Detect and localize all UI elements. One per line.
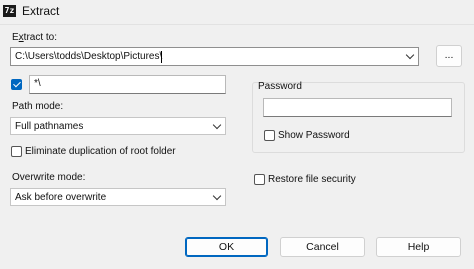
path-mode-value: Full pathnames (15, 121, 84, 132)
overwrite-mode-label: Overwrite mode: (12, 172, 86, 183)
title-bar: 7z Extract (0, 0, 474, 25)
subfolder-value: *\ (34, 78, 41, 89)
password-group-label: Password (258, 81, 302, 92)
overwrite-mode-value: Ask before overwrite (15, 192, 107, 203)
extract-to-label: Extract to: (12, 32, 58, 43)
eliminate-duplication-label[interactable]: Eliminate duplication of root folder (25, 146, 176, 158)
password-input[interactable] (263, 98, 452, 117)
window-title: Extract (22, 4, 60, 18)
chevron-down-icon (212, 191, 222, 201)
help-button[interactable]: Help (376, 237, 461, 257)
ok-button[interactable]: OK (185, 237, 268, 257)
text-caret (161, 51, 162, 63)
eliminate-duplication-checkbox[interactable] (11, 146, 22, 157)
restore-security-checkbox[interactable] (254, 174, 265, 185)
path-mode-select[interactable]: Full pathnames (10, 117, 226, 135)
extract-path-value: C:\Users\todds\Desktop\Pictures\ (15, 51, 163, 62)
extract-path-combo[interactable]: C:\Users\todds\Desktop\Pictures\ (10, 47, 419, 66)
chevron-down-icon (212, 120, 222, 130)
app-icon: 7z (3, 5, 16, 17)
subfolder-checkbox[interactable] (11, 79, 22, 90)
cancel-button[interactable]: Cancel (280, 237, 365, 257)
path-mode-label: Path mode: (12, 101, 64, 112)
restore-security-label[interactable]: Restore file security (268, 174, 356, 186)
show-password-checkbox[interactable] (264, 130, 275, 141)
chevron-down-icon[interactable] (405, 50, 415, 60)
show-password-label[interactable]: Show Password (278, 130, 350, 142)
subfolder-input[interactable]: *\ (29, 75, 226, 94)
browse-button[interactable]: ... (436, 45, 462, 67)
overwrite-mode-select[interactable]: Ask before overwrite (10, 188, 226, 206)
